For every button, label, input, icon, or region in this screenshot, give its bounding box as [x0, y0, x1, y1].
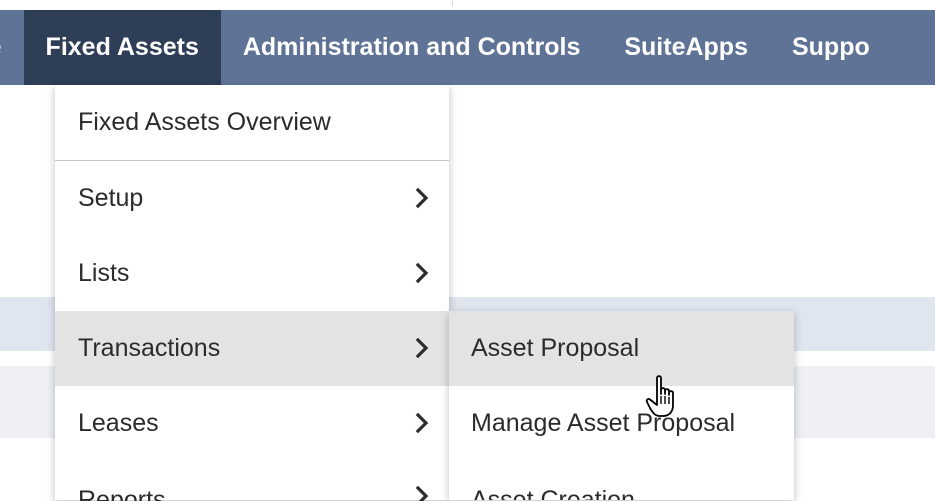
hand-pointer-icon	[645, 375, 674, 417]
chevron-right-icon	[415, 337, 429, 359]
top-strip	[0, 0, 935, 10]
divider-tick	[452, 0, 453, 6]
submenu-item-label: Manage Asset Proposal	[471, 409, 736, 437]
nav-item-suiteapps[interactable]: SuiteApps	[602, 10, 770, 85]
main-nav-bar: rce Fixed Assets Administration and Cont…	[0, 10, 935, 85]
menu-item-label: Fixed Assets Overview	[78, 108, 331, 136]
menu-item-label: Leases	[78, 409, 159, 437]
chevron-right-icon	[415, 262, 429, 284]
menu-item-setup[interactable]: Setup	[55, 161, 449, 236]
menu-item-label: Reports	[78, 486, 166, 501]
menu-item-fixed-assets-overview[interactable]: Fixed Assets Overview	[55, 85, 449, 161]
nav-item-fixed-assets[interactable]: Fixed Assets	[23, 10, 221, 85]
menu-item-lists[interactable]: Lists	[55, 236, 449, 311]
submenu-item-asset-creation[interactable]: Asset Creation	[449, 461, 794, 500]
submenu-item-label: Asset Creation	[471, 486, 635, 500]
menu-item-label: Setup	[78, 184, 144, 212]
menu-item-label: Lists	[78, 259, 130, 287]
fixed-assets-dropdown: Fixed Assets Overview Setup Lists Transa…	[55, 85, 449, 501]
menu-item-label: Transactions	[78, 334, 221, 362]
nav-item-support[interactable]: Suppo	[770, 10, 892, 85]
nav-item-commerce[interactable]: rce	[0, 10, 24, 85]
chevron-right-icon	[415, 412, 429, 434]
submenu-item-label: Asset Proposal	[471, 334, 640, 362]
chevron-right-icon	[415, 187, 429, 209]
menu-item-reports[interactable]: Reports	[55, 461, 449, 501]
nav-item-administration-and-controls[interactable]: Administration and Controls	[221, 10, 603, 85]
menu-item-transactions[interactable]: Transactions	[55, 311, 449, 386]
submenu-item-manage-asset-proposal[interactable]: Manage Asset Proposal	[449, 386, 794, 461]
transactions-submenu: Asset Proposal Manage Asset Proposal Ass…	[449, 311, 794, 500]
menu-item-leases[interactable]: Leases	[55, 386, 449, 461]
chevron-right-icon	[415, 485, 429, 501]
submenu-item-asset-proposal[interactable]: Asset Proposal	[449, 311, 794, 386]
